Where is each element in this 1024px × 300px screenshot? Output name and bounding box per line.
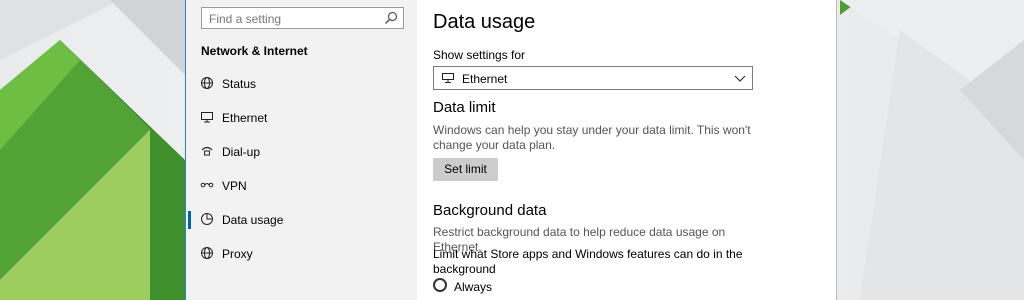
- network-select-value: Ethernet: [462, 72, 508, 86]
- sidebar-item-label: Ethernet: [222, 111, 268, 125]
- network-select[interactable]: Ethernet: [433, 66, 753, 90]
- search-placeholder: Find a setting: [209, 12, 282, 26]
- search-box[interactable]: Find a setting: [201, 7, 404, 29]
- radio-always-label: Always: [454, 280, 493, 294]
- chevron-down-icon: [734, 75, 746, 82]
- globe-status-icon: [201, 77, 213, 89]
- data-limit-description-1: Windows can help you stay under your dat…: [433, 123, 751, 137]
- section-title: Network & Internet: [201, 44, 308, 58]
- sidebar-item-vpn[interactable]: VPN: [186, 169, 417, 203]
- sidebar-item-ethernet[interactable]: Ethernet: [186, 101, 417, 135]
- radio-button[interactable]: [433, 278, 447, 292]
- settings-window: Find a setting Network & Internet Status…: [185, 0, 837, 300]
- dialup-icon: [201, 146, 213, 156]
- sidebar-item-data-usage[interactable]: Data usage: [186, 203, 417, 237]
- set-limit-button[interactable]: Set limit: [433, 158, 498, 181]
- selection-indicator: [188, 211, 191, 229]
- sidebar: Find a setting Network & Internet Status…: [186, 0, 417, 300]
- sidebar-item-status[interactable]: Status: [186, 67, 417, 101]
- search-icon[interactable]: [384, 11, 398, 25]
- background-data-heading: Background data: [433, 202, 547, 219]
- page-title: Data usage: [433, 11, 536, 33]
- data-limit-heading: Data limit: [433, 99, 496, 116]
- sidebar-item-proxy[interactable]: Proxy: [186, 237, 417, 271]
- vpn-icon: [200, 182, 214, 188]
- show-settings-label: Show settings for: [433, 48, 526, 62]
- ethernet-icon: [201, 112, 213, 123]
- sidebar-item-label: Data usage: [222, 213, 284, 227]
- limit-label-line2: background: [433, 262, 496, 276]
- data-limit-description-2: change your data plan.: [433, 138, 556, 152]
- ethernet-icon: [442, 73, 454, 83]
- sidebar-item-label: Proxy: [222, 247, 253, 261]
- globe-icon: [201, 247, 213, 259]
- sidebar-item-dial-up[interactable]: Dial-up: [186, 135, 417, 169]
- data-usage-icon: [201, 213, 213, 225]
- main-content: Data usage Show settings for Ethernet Da…: [417, 0, 836, 300]
- sidebar-item-label: Status: [222, 77, 257, 91]
- limit-label-line1: Limit what Store apps and Windows featur…: [433, 247, 743, 261]
- sidebar-item-label: Dial-up: [222, 145, 261, 159]
- sidebar-item-label: VPN: [222, 179, 247, 193]
